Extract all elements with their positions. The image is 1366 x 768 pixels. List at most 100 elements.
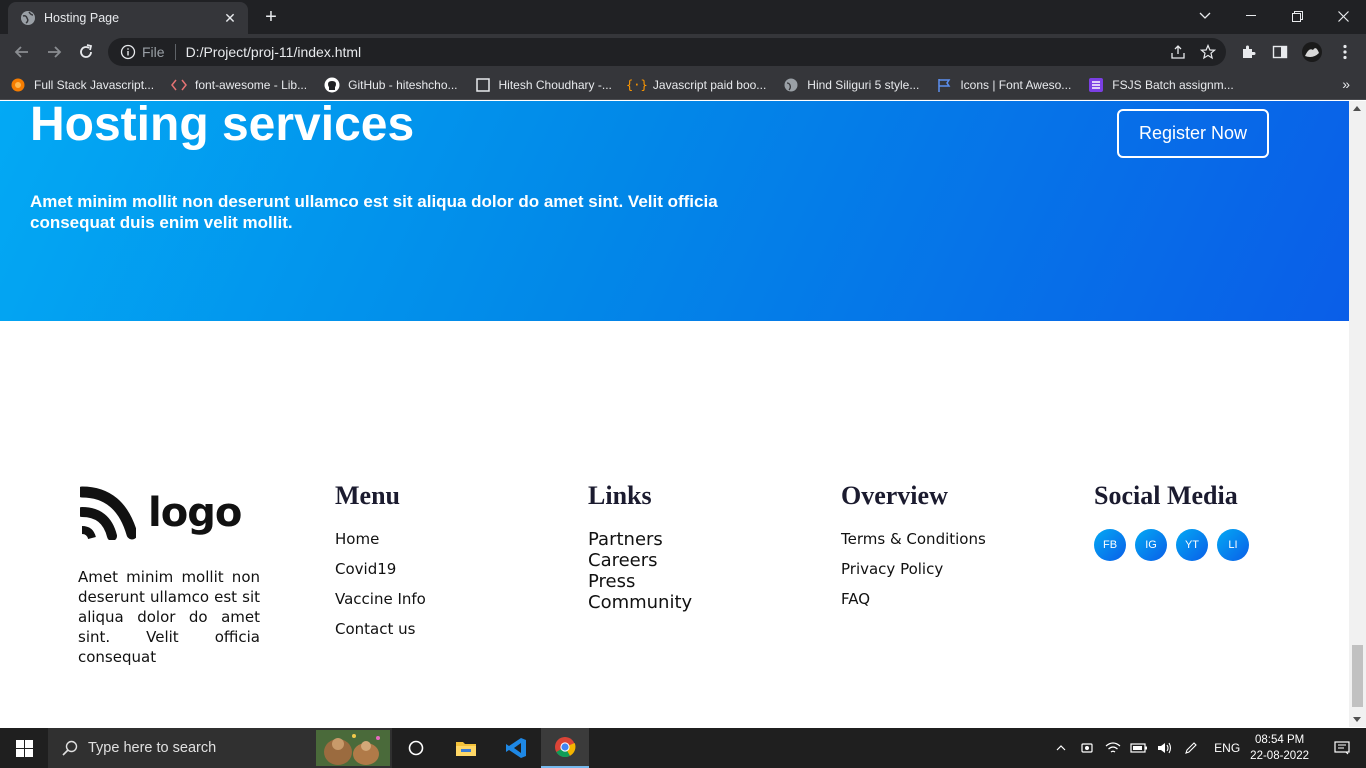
browser-tab-strip: Hosting Page ✕ + [0,0,1366,34]
minimize-button[interactable] [1228,0,1274,32]
footer-overview-column: Overview Terms & Conditions Privacy Poli… [841,481,986,619]
url-scheme-label: File [142,44,165,60]
overview-link-privacy[interactable]: Privacy Policy [841,559,986,589]
scrollbar-thumb[interactable] [1352,645,1363,707]
code-brackets-icon [171,77,188,93]
bookmark-item[interactable]: Full Stack Javascript... [10,77,154,93]
bookmark-label: Icons | Font Aweso... [960,77,1072,92]
pen-workspace-icon[interactable] [1179,728,1203,768]
overview-link-faq[interactable]: FAQ [841,589,986,619]
bookmark-item[interactable]: Hind Siliguri 5 style... [783,77,919,93]
search-placeholder: Type here to search [88,740,217,756]
clock-date: 22-08-2022 [1250,750,1309,762]
hero-description: Amet minim mollit non deserunt ullamco e… [30,192,718,232]
task-view-icon [408,740,424,756]
side-panel-icon[interactable] [1268,40,1292,64]
footer-social-column: Social Media FB IG YT LI [1094,481,1249,561]
instagram-button[interactable]: IG [1135,529,1167,561]
overview-heading: Overview [841,481,948,510]
profile-avatar[interactable] [1300,40,1324,64]
browser-menu-icon[interactable] [1333,40,1357,64]
close-window-button[interactable] [1320,0,1366,32]
task-view-button[interactable] [392,728,440,768]
register-now-button[interactable]: Register Now [1117,109,1269,158]
bookmark-item[interactable]: {·} Javascript paid boo... [626,77,766,93]
bookmarks-bar: Full Stack Javascript... font-awesome - … [0,70,1366,100]
social-icons: FB IG YT LI [1094,529,1249,561]
taskbar-clock[interactable]: 08:54 PM 22-08-2022 [1250,732,1309,764]
more-bookmarks-icon[interactable]: » [1342,76,1350,92]
notifications-icon[interactable] [1322,728,1362,768]
battery-icon[interactable] [1127,728,1151,768]
tab-close-icon[interactable]: ✕ [222,10,238,27]
globe-icon [21,11,35,25]
share-icon[interactable] [1170,44,1186,60]
taskbar-search[interactable]: Type here to search [48,728,392,768]
windows-taskbar: Type here to search ENG 08:54 PM 22-08-2… [0,728,1366,768]
menu-link-contact-us[interactable]: Contact us [335,619,426,649]
bookmark-star-icon[interactable] [1200,44,1216,60]
meet-now-icon[interactable] [1075,728,1099,768]
bookmark-label: Hind Siliguri 5 style... [807,77,920,92]
logo-text: logo [148,490,242,536]
address-toolbar: File D:/Project/proj-11/index.html [0,34,1366,70]
footer-logo[interactable]: logo [80,486,242,540]
start-button[interactable] [0,728,48,768]
file-explorer-button[interactable] [442,728,490,768]
restore-button[interactable] [1274,0,1320,32]
bookmark-item[interactable]: Icons | Font Aweso... [936,77,1071,93]
hero-title: Hosting services [30,101,415,151]
back-button[interactable] [10,40,34,64]
volume-icon[interactable] [1153,728,1177,768]
link-community[interactable]: Community [588,592,692,613]
bookmark-item[interactable]: Hitesh Choudhary -... [475,77,612,93]
social-heading: Social Media [1094,481,1238,510]
scroll-down-icon[interactable] [1353,717,1361,722]
bookmark-label: Full Stack Javascript... [34,77,155,92]
menu-heading: Menu [335,481,400,510]
input-language[interactable]: ENG [1214,741,1240,755]
windows-logo-icon [15,739,33,757]
system-tray: ENG 08:54 PM 22-08-2022 [1048,728,1366,768]
show-hidden-icons-chevron-icon[interactable] [1049,728,1073,768]
bookmark-label: FSJS Batch assignm... [1112,77,1234,92]
info-icon[interactable] [120,44,136,60]
url-text[interactable]: D:/Project/proj-11/index.html [186,44,362,60]
bookmark-item[interactable]: FSJS Batch assignm... [1088,77,1234,93]
vscode-button[interactable] [492,728,540,768]
menu-link-covid19[interactable]: Covid19 [335,559,426,589]
forward-button[interactable] [42,40,66,64]
reload-button[interactable] [74,40,98,64]
tab-search-chevron-icon[interactable] [1182,0,1228,32]
list-icon [1088,77,1104,93]
chrome-button[interactable] [541,728,589,768]
url-divider [174,44,176,60]
page-scrollbar[interactable] [1349,101,1366,727]
link-careers[interactable]: Careers [588,550,692,571]
curly-braces-icon: {·} [626,77,648,92]
link-press[interactable]: Press [588,571,692,592]
bookmark-label: font-awesome - Lib... [195,77,308,92]
bookmark-item[interactable]: font-awesome - Lib... [171,77,307,93]
logo-mark-icon [80,486,136,540]
scroll-up-icon[interactable] [1353,106,1361,111]
footer-description: Amet minim mollit non deserunt ullamco e… [78,568,260,666]
orange-circle-icon [10,77,26,93]
browser-tab[interactable]: Hosting Page ✕ [8,2,248,34]
linkedin-button[interactable]: LI [1217,529,1249,561]
link-partners[interactable]: Partners [588,529,692,550]
extensions-puzzle-icon[interactable] [1236,40,1260,64]
chrome-icon [555,737,576,758]
facebook-button[interactable]: FB [1094,529,1126,561]
address-bar[interactable]: File D:/Project/proj-11/index.html [108,38,1226,66]
new-tab-button[interactable]: + [260,6,282,28]
wifi-icon[interactable] [1101,728,1125,768]
bookmark-item[interactable]: GitHub - hiteshcho... [324,77,458,93]
overview-link-terms[interactable]: Terms & Conditions [841,529,986,559]
youtube-button[interactable]: YT [1176,529,1208,561]
menu-link-home[interactable]: Home [335,529,426,559]
tab-title: Hosting Page [44,11,120,25]
menu-link-vaccine-info[interactable]: Vaccine Info [335,589,426,619]
hero-banner: Hosting services Amet minim mollit non d… [0,101,1349,321]
github-icon [324,77,340,93]
